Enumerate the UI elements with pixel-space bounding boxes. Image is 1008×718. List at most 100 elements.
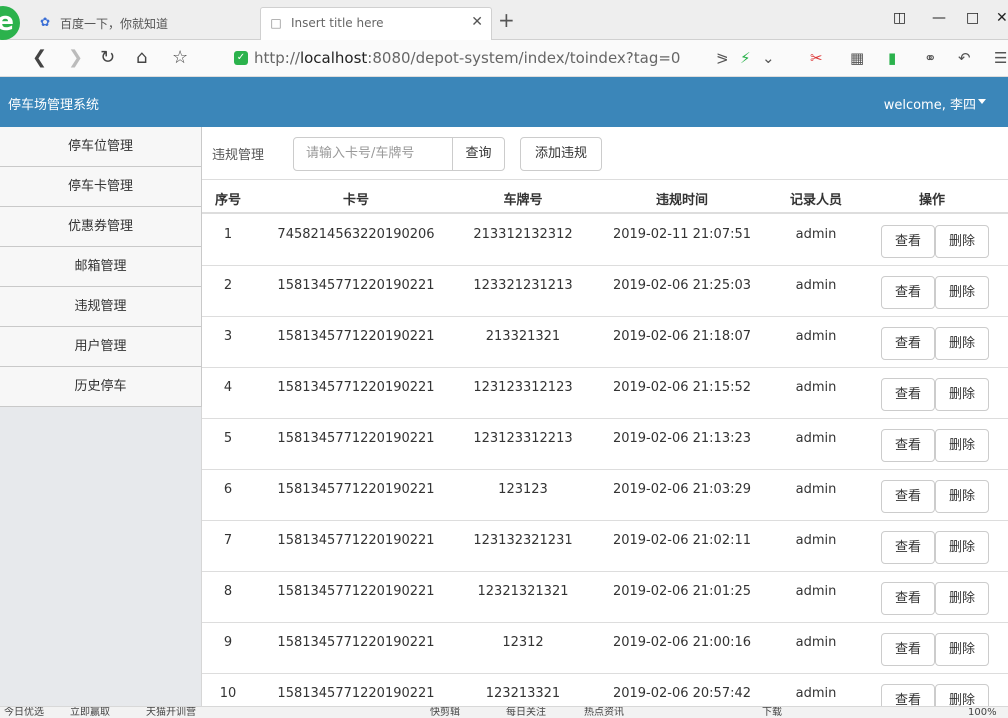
plate-number: 123123: [498, 482, 548, 497]
apps-icon[interactable]: ▦: [850, 49, 864, 67]
sidebar-item-label: 停车位管理: [67, 139, 133, 154]
table-header: 序号 卡号 车牌号 违规时间 记录人员 操作: [202, 179, 1008, 214]
card-number: 1581345771220190221: [277, 686, 435, 701]
search-button[interactable]: 查询: [452, 137, 505, 171]
sidebar-item-parking-space[interactable]: 停车位管理: [0, 127, 202, 167]
status-item[interactable]: 下载: [762, 707, 782, 718]
view-button[interactable]: 查看: [881, 327, 935, 360]
star-icon[interactable]: ☆: [172, 47, 188, 69]
tab-label: Insert title here: [291, 16, 384, 30]
recorder: admin: [795, 533, 837, 548]
close-window-icon[interactable]: ✕: [996, 10, 1008, 26]
plate-number: 123132321231: [473, 533, 573, 548]
main-content: 违规管理 请输入卡号/车牌号 查询 添加违规 序号 卡号 车牌号 违规时间 记录…: [202, 127, 1008, 718]
violation-time: 2019-02-06 21:02:11: [612, 533, 752, 548]
browser-nav-bar: ❮ ❯ ↻ ⌂ ☆ ✓ http://localhost:8080/depot-…: [0, 40, 1008, 77]
row-index: 2: [223, 278, 233, 293]
plate-number: 213321321: [485, 329, 561, 344]
table-row: 5 1581345771220190221 123123312213 2019-02-…: [202, 419, 1008, 470]
delete-button[interactable]: 删除: [935, 480, 989, 513]
delete-button[interactable]: 删除: [935, 582, 989, 615]
status-item[interactable]: 今日优选: [4, 707, 44, 718]
undo-icon[interactable]: ↶: [958, 49, 971, 67]
delete-button[interactable]: 删除: [935, 531, 989, 564]
table-row: 7 1581345771220190221 123132321231 2019-02-…: [202, 521, 1008, 572]
add-violation-button[interactable]: 添加违规: [520, 137, 602, 171]
section-title: 违规管理: [212, 148, 265, 163]
headphones-icon[interactable]: ⚭: [924, 49, 937, 67]
refresh-icon[interactable]: ↻: [100, 47, 115, 69]
caret-down-icon[interactable]: [978, 99, 986, 104]
delete-button[interactable]: 删除: [935, 327, 989, 360]
column-header: 序号: [214, 193, 241, 208]
secure-shield-icon: ✓: [234, 51, 248, 65]
violation-time: 2019-02-06 21:03:29: [612, 482, 752, 497]
welcome-text: welcome, 李四: [883, 98, 976, 113]
sidebar-item-users[interactable]: 用户管理: [0, 327, 202, 367]
forward-icon[interactable]: ❯: [68, 47, 83, 69]
view-button[interactable]: 查看: [881, 276, 935, 309]
app-title: 停车场管理系统: [8, 98, 100, 113]
plate-number: 12312: [502, 635, 544, 650]
card-number: 1581345771220190221: [277, 329, 435, 344]
status-item[interactable]: 快剪辑: [430, 707, 460, 718]
shirt-icon[interactable]: ◫: [893, 10, 906, 26]
table-row: 3 1581345771220190221 213321321 2019-02-06 …: [202, 317, 1008, 368]
minimize-icon[interactable]: —: [932, 10, 946, 26]
back-icon[interactable]: ❮: [32, 47, 47, 69]
delete-button[interactable]: 删除: [935, 633, 989, 666]
violation-time: 2019-02-11 21:07:51: [612, 227, 752, 242]
sidebar-item-violation[interactable]: 违规管理: [0, 287, 202, 327]
user-menu[interactable]: welcome, 李四: [884, 94, 976, 113]
address-bar[interactable]: ✓ http://localhost:8080/depot-system/ind…: [224, 46, 704, 70]
plate-number: 123123312123: [473, 380, 573, 395]
browser-tab-active[interactable]: □ Insert title here ✕: [260, 7, 492, 40]
battery-icon[interactable]: ▮: [888, 49, 896, 67]
close-icon[interactable]: ✕: [471, 14, 483, 30]
status-item[interactable]: 天猫开训营: [146, 707, 196, 718]
share-icon[interactable]: ⪖: [716, 49, 729, 67]
menu-icon[interactable]: ☰: [994, 49, 1007, 67]
table-row: 6 1581345771220190221 123123 2019-02-06 21:…: [202, 470, 1008, 521]
table-row: 4 1581345771220190221 123123312123 2019-02-…: [202, 368, 1008, 419]
sidebar-item-coupon[interactable]: 优惠券管理: [0, 207, 202, 247]
chevron-down-icon[interactable]: ⌄: [762, 49, 775, 67]
sidebar-item-history[interactable]: 历史停车: [0, 367, 202, 407]
view-button[interactable]: 查看: [881, 225, 935, 258]
sidebar-item-label: 用户管理: [74, 339, 127, 354]
delete-button[interactable]: 删除: [935, 276, 989, 309]
browser-tab-baidu[interactable]: ✿ 百度一下，你就知道: [30, 7, 258, 40]
status-item[interactable]: 每日关注: [506, 707, 546, 718]
status-item[interactable]: 热点资讯: [584, 707, 624, 718]
table-row: 9 1581345771220190221 12312 2019-02-06 21:0…: [202, 623, 1008, 674]
zoom-level[interactable]: 100%: [968, 707, 997, 718]
row-index: 6: [223, 482, 233, 497]
scissors-icon[interactable]: ✂: [810, 49, 823, 67]
row-index: 4: [223, 380, 233, 395]
view-button[interactable]: 查看: [881, 429, 935, 462]
card-number: 7458214563220190206: [277, 227, 435, 242]
sidebar-item-label: 停车卡管理: [67, 179, 133, 194]
sidebar-item-mailbox[interactable]: 邮箱管理: [0, 247, 202, 287]
view-button[interactable]: 查看: [881, 378, 935, 411]
sidebar: 停车位管理 停车卡管理 优惠券管理 邮箱管理 违规管理 用户管理 历史停车: [0, 127, 202, 718]
view-button[interactable]: 查看: [881, 531, 935, 564]
view-button[interactable]: 查看: [881, 480, 935, 513]
recorder: admin: [795, 584, 837, 599]
maximize-icon[interactable]: □: [966, 10, 979, 26]
view-button[interactable]: 查看: [881, 633, 935, 666]
home-icon[interactable]: ⌂: [136, 47, 147, 69]
delete-button[interactable]: 删除: [935, 225, 989, 258]
row-index: 5: [223, 431, 233, 446]
status-item[interactable]: 立即赢取: [70, 707, 110, 718]
search-input[interactable]: 请输入卡号/车牌号: [293, 137, 453, 171]
delete-button[interactable]: 删除: [935, 378, 989, 411]
plate-number: 12321321321: [477, 584, 569, 599]
sidebar-item-parking-card[interactable]: 停车卡管理: [0, 167, 202, 207]
view-button[interactable]: 查看: [881, 582, 935, 615]
new-tab-icon[interactable]: +: [498, 10, 515, 30]
lightning-icon[interactable]: ⚡: [740, 49, 751, 67]
plate-number: 123213321: [485, 686, 561, 701]
card-number: 1581345771220190221: [277, 482, 435, 497]
delete-button[interactable]: 删除: [935, 429, 989, 462]
